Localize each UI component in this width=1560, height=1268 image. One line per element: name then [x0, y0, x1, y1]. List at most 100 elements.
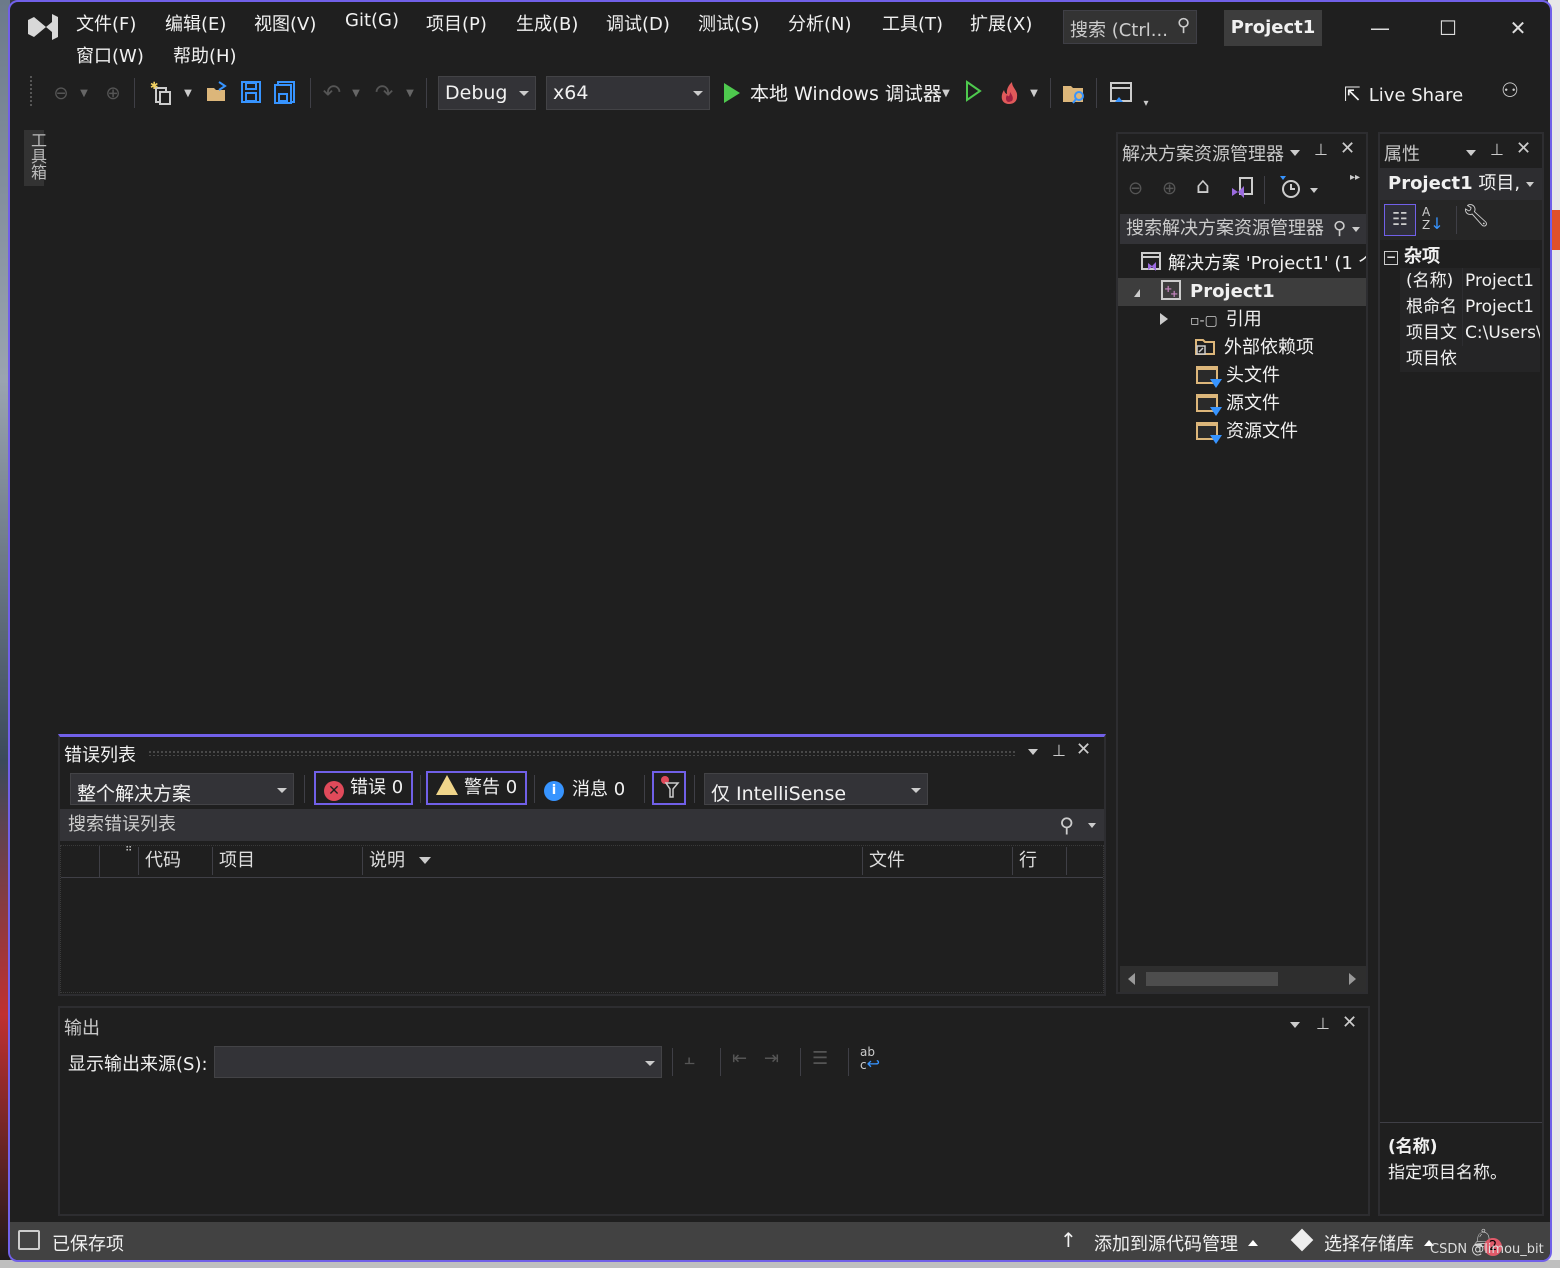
back-icon[interactable]: ⊖ [1128, 178, 1143, 199]
column-header-description[interactable]: 说明 [362, 847, 862, 875]
output-source-select[interactable] [214, 1046, 662, 1078]
menu-git[interactable]: Git(G) [345, 10, 399, 31]
tree-item-resource-files[interactable]: 资源文件 [1118, 418, 1366, 446]
select-repository-button[interactable]: 选择存储库 [1324, 1230, 1434, 1256]
forward-icon[interactable]: ⊕ [1162, 178, 1177, 199]
word-wrap-icon[interactable]: ab c↩ [860, 1046, 880, 1072]
chevron-down-icon[interactable]: ▼ [940, 80, 952, 108]
save-icon[interactable] [238, 80, 264, 108]
save-all-icon[interactable] [272, 80, 298, 108]
menu-view[interactable]: 视图(V) [254, 10, 316, 36]
home-icon[interactable]: ⌂ [1196, 174, 1210, 199]
collapsed-arrow-icon[interactable] [1160, 313, 1168, 325]
panel-drag-grip[interactable] [148, 750, 1016, 756]
column-header-file[interactable]: 文件 [862, 847, 1012, 875]
menu-edit[interactable]: 编辑(E) [165, 10, 226, 36]
toolbar-grip[interactable] [30, 76, 34, 106]
horizontal-scrollbar[interactable] [1120, 966, 1366, 992]
column-header-project[interactable]: 项目 [212, 847, 362, 875]
start-without-debugging-icon[interactable] [962, 80, 984, 108]
chevron-down-icon[interactable]: ▼ [78, 80, 90, 108]
warnings-filter-toggle[interactable]: 警告 0 [426, 771, 528, 805]
menu-analyze[interactable]: 分析(N) [788, 10, 852, 36]
redo-icon[interactable]: ↷ [372, 80, 396, 108]
tree-item-references[interactable]: ▫-▢ 引用 [1118, 306, 1366, 334]
column-header-code[interactable]: 代码 [138, 847, 212, 875]
scrollbar-thumb[interactable] [1146, 972, 1278, 986]
property-pages-icon[interactable]: 🔧︎ [1462, 204, 1490, 229]
scroll-left-icon[interactable] [1128, 973, 1135, 985]
tree-item-header-files[interactable]: 头文件 [1118, 362, 1366, 390]
add-to-source-control-button[interactable]: 添加到源代码管理 [1094, 1230, 1258, 1256]
pin-icon[interactable]: ⊥ [1490, 140, 1504, 159]
category-header[interactable]: − 杂项 [1384, 242, 1440, 268]
solution-search-input[interactable]: 搜索解决方案资源管理器 ⚲ [1120, 214, 1366, 244]
toolbar-overflow-icon[interactable]: ▸▸ [1350, 172, 1360, 183]
property-row[interactable]: 根命名 Project1 [1400, 294, 1540, 320]
find-in-files-icon[interactable] [1060, 80, 1088, 108]
clear-all-icon[interactable]: ☰ [812, 1048, 828, 1069]
menu-help[interactable]: 帮助(H) [173, 42, 237, 68]
hot-reload-icon[interactable] [996, 80, 1022, 108]
goto-current-line-icon[interactable]: ⫠ [684, 1048, 695, 1069]
close-window-button[interactable]: ✕ [1498, 10, 1538, 46]
minimize-button[interactable]: — [1360, 10, 1400, 46]
menu-project[interactable]: 项目(P) [426, 10, 487, 36]
error-search-input[interactable]: 搜索错误列表 ⚲ [60, 809, 1104, 841]
global-search-input[interactable]: 搜索 (Ctrl... ⚲ [1063, 10, 1197, 44]
menu-test[interactable]: 测试(S) [698, 10, 759, 36]
feedback-icon[interactable]: ⚇ [1496, 76, 1524, 104]
property-row[interactable]: (名称) Project1 [1400, 268, 1540, 294]
pending-changes-filter-icon[interactable] [1278, 174, 1302, 205]
property-value[interactable]: C:\Users\ [1462, 320, 1540, 346]
chevron-down-icon[interactable] [1310, 188, 1318, 193]
undo-icon[interactable]: ↶ [320, 80, 344, 108]
maximize-button[interactable]: ☐ [1428, 10, 1468, 46]
scroll-right-icon[interactable] [1349, 973, 1356, 985]
panel-menu-icon[interactable] [1028, 749, 1038, 755]
pin-icon[interactable]: ⊥ [1314, 140, 1328, 159]
panel-menu-icon[interactable] [1466, 150, 1476, 156]
navigate-back-icon[interactable]: ⊖ [50, 80, 72, 108]
chevron-down-icon[interactable]: ▼ [182, 80, 194, 108]
close-panel-icon[interactable]: ✕ [1340, 138, 1355, 159]
chevron-down-icon[interactable]: ▼ [404, 80, 416, 108]
previous-message-icon[interactable]: ⇤ [732, 1048, 747, 1069]
chevron-down-icon[interactable]: ▼ [1028, 80, 1040, 108]
tree-item-source-files[interactable]: 源文件 [1118, 390, 1366, 418]
new-project-icon[interactable]: ✱ [148, 80, 176, 108]
pin-icon[interactable]: ⊥ [1316, 1014, 1330, 1033]
chevron-down-icon[interactable]: ▼ [350, 80, 362, 108]
column-chooser-icon[interactable]: ⠛ [125, 846, 132, 857]
menu-debug[interactable]: 调试(D) [606, 10, 670, 36]
tree-item-project[interactable]: + + Project1 [1118, 278, 1366, 306]
alphabetical-icon[interactable]: A Z↓ [1422, 206, 1450, 234]
collapse-icon[interactable]: − [1384, 251, 1398, 265]
live-share-button[interactable]: ⇱ Live Share [1344, 80, 1463, 108]
categorized-icon[interactable]: ☷ [1384, 204, 1416, 236]
pin-icon[interactable]: ⊥ [1052, 741, 1066, 760]
toolbox-tab[interactable]: 工具箱 [24, 130, 47, 186]
notification-bubble-icon[interactable] [18, 1230, 40, 1250]
switch-views-icon[interactable] [1230, 176, 1256, 205]
menu-extensions[interactable]: 扩展(X) [970, 10, 1032, 36]
close-panel-icon[interactable]: ✕ [1076, 739, 1091, 760]
solution-platform-select[interactable]: x64 [546, 76, 710, 110]
menu-tools[interactable]: 工具(T) [882, 10, 943, 36]
tree-item-external-dependencies[interactable]: 外部依赖项 [1118, 334, 1366, 362]
property-row[interactable]: 项目依 [1400, 346, 1540, 372]
navigate-forward-icon[interactable]: ⊕ [102, 80, 124, 108]
panel-menu-icon[interactable] [1290, 150, 1300, 156]
property-value[interactable]: Project1 [1462, 294, 1540, 320]
solution-explorer-toolbar-icon[interactable] [1108, 80, 1134, 108]
start-debugging-button[interactable]: 本地 Windows 调试器 [724, 80, 942, 108]
build-intellisense-filter-button[interactable] [652, 771, 686, 805]
messages-filter-toggle[interactable]: i 消息 0 [544, 775, 625, 805]
errors-filter-toggle[interactable]: ✕ 错误 0 [314, 771, 414, 805]
close-panel-icon[interactable]: ✕ [1342, 1012, 1357, 1033]
scope-select[interactable]: 整个解决方案 [70, 773, 294, 805]
menu-build[interactable]: 生成(B) [516, 10, 578, 36]
column-header-line[interactable]: 行 [1012, 847, 1066, 875]
next-message-icon[interactable]: ⇥ [764, 1048, 779, 1069]
property-value[interactable]: Project1 [1462, 268, 1540, 294]
